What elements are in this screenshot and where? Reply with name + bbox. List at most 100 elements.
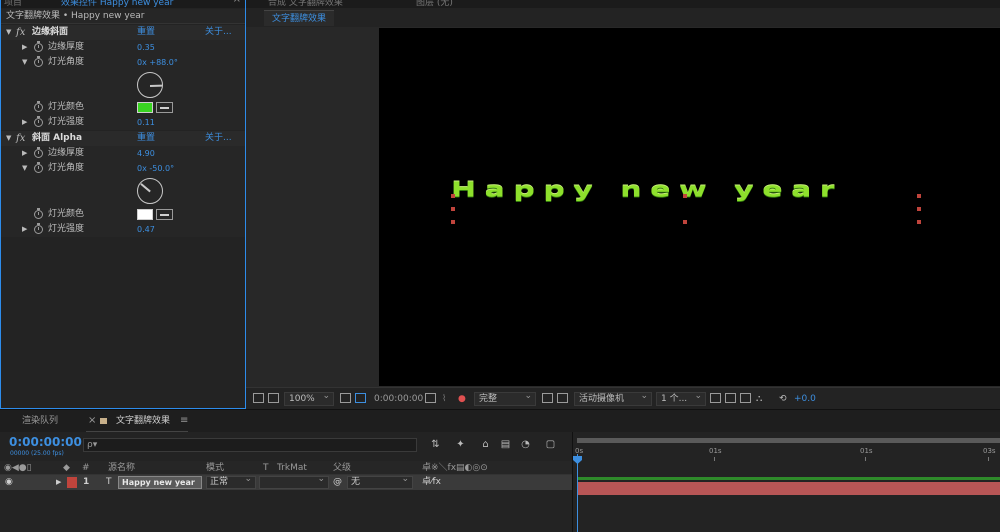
angle-dial[interactable] [137,72,163,98]
graph-editor-icon[interactable]: ▢ [545,440,556,450]
stopwatch-icon[interactable] [34,223,43,234]
reset-link[interactable]: 重置 [137,25,155,40]
playhead-line[interactable] [577,454,578,532]
layer-list-empty-area[interactable] [0,490,572,532]
mask-visibility-icon[interactable] [355,393,366,403]
collapse-triangle-icon[interactable]: ▼ [22,55,27,70]
transparency-grid-icon[interactable] [557,393,568,403]
time-ruler[interactable]: 0s 01s 01s 03s [573,447,1000,461]
safe-margins-icon[interactable] [340,393,351,403]
timeline-search-input[interactable]: ρ▾ [83,438,417,452]
close-tab-icon[interactable]: × [88,415,96,427]
current-time-display[interactable]: 0:00:00:00 [374,392,423,406]
column-source-name[interactable]: 源名称 [108,461,135,475]
layer-label-color[interactable] [67,477,77,488]
effect-header-bevel-edges[interactable]: ▼ fx 边缘斜面 重置 关于... [1,25,245,40]
camera-snapshot-icon[interactable] [425,393,436,403]
camera-dropdown[interactable]: 活动摄像机 [574,390,652,406]
timeline-icon[interactable] [740,393,751,403]
exposure-value[interactable]: +0.0 [794,392,816,406]
composition-viewer[interactable]: Happy new year [246,27,1000,387]
resolution-dropdown[interactable]: 完整 [474,390,536,406]
composition-tab-ghost[interactable]: 合成 文字翻牌效果 [268,0,343,8]
comp-mini-flowchart-icon[interactable]: ⇅ [430,440,441,450]
panel-menu-icon[interactable]: ≡ [180,415,188,427]
layer-handle[interactable] [917,207,921,211]
layer-duration-bar[interactable] [577,482,1000,495]
expand-triangle-icon[interactable]: ▶ [22,40,27,55]
reset-link[interactable]: 重置 [137,131,155,146]
layer-handle[interactable] [683,194,687,198]
stopwatch-icon[interactable] [34,41,43,52]
layer-source-name[interactable]: Happy new year [118,476,202,489]
fx-toggle-icon[interactable]: fx [16,25,25,40]
layer-switches-icons[interactable]: 卓⁄fx [422,475,441,490]
color-swatch[interactable] [137,209,153,220]
stopwatch-icon[interactable] [34,208,43,219]
always-preview-icon[interactable] [253,393,264,403]
collapse-triangle-icon[interactable]: ▼ [22,161,27,176]
collapse-triangle-icon[interactable]: ▼ [6,25,11,40]
layer-handle[interactable] [917,194,921,198]
stopwatch-icon[interactable] [34,147,43,158]
draft-3d-icon[interactable]: ✦ [455,440,466,450]
eyedropper-icon[interactable] [156,209,173,220]
stopwatch-icon[interactable] [34,56,43,67]
channel-rgb-icon[interactable]: ● [458,392,466,406]
prop-value-scrubber[interactable]: 0.11 [137,115,155,130]
expand-layer-icon[interactable]: ▶ [56,475,61,490]
effect-controls-tab[interactable]: 效果控件 Happy new year [61,0,173,8]
layer-row[interactable]: ◉ ▶ 1 T Happy new year 正常 @ 无 卓⁄fx [0,474,572,490]
effect-header-bevel-alpha[interactable]: ▼ fx 斜面 Alpha 重置 关于... [1,131,245,146]
prop-value-scrubber[interactable]: 0.35 [137,40,155,55]
playhead-handle[interactable] [573,456,582,464]
frame-blending-icon[interactable]: ▤ [500,440,511,450]
layer-handle[interactable] [451,194,455,198]
collapse-triangle-icon[interactable]: ▼ [6,131,11,146]
composition-tab[interactable]: 文字翻牌效果 [264,10,335,26]
fx-toggle-icon[interactable]: fx [16,131,25,146]
parent-dropdown[interactable]: 无 [347,474,413,489]
layer-tab-ghost[interactable]: 图层 (无) [416,0,453,8]
timeline-current-time[interactable]: 0:00:00:00 [9,435,82,449]
layer-handle[interactable] [451,207,455,211]
timeline-comp-tab[interactable]: 文字翻牌效果 [116,415,170,427]
expand-triangle-icon[interactable]: ▶ [22,222,27,237]
angle-dial[interactable] [137,178,163,204]
about-link[interactable]: 关于... [205,25,232,40]
time-ruler-area[interactable]: 0s 01s 01s 03s [572,432,1000,532]
fast-previews-icon[interactable] [725,393,736,403]
trkmat-dropdown[interactable] [259,474,329,489]
stopwatch-icon[interactable] [34,101,43,112]
toggle-pixel-aspect-icon[interactable] [710,393,721,403]
expand-triangle-icon[interactable]: ▶ [22,146,27,161]
blend-mode-dropdown[interactable]: 正常 [206,474,256,489]
motion-blur-icon[interactable]: ◔ [520,440,531,450]
project-tab-ghost[interactable]: 项目 [4,0,22,8]
region-of-interest-icon[interactable] [542,393,553,403]
work-area-bar[interactable] [577,438,1000,443]
shy-layers-icon[interactable]: ⌂ [480,440,491,450]
visibility-eye-icon[interactable]: ◉ [5,475,13,490]
layer-handle[interactable] [917,220,921,224]
show-snapshot-icon[interactable]: ⌇ [442,392,446,406]
text-layer-happy-new-year[interactable]: Happy new year [451,178,843,202]
eyedropper-icon[interactable] [156,102,173,113]
monitor-icon[interactable] [268,393,279,403]
zoom-dropdown[interactable]: 100% [284,390,334,406]
layer-handle[interactable] [683,220,687,224]
prop-value-scrubber[interactable]: 0.47 [137,222,155,237]
prop-value-scrubber[interactable]: 4.90 [137,146,155,161]
exposure-reset-icon[interactable]: ⟲ [779,392,787,406]
panel-close-icon[interactable]: × [233,0,241,5]
flowchart-icon[interactable]: ⛬ [756,392,762,406]
layer-handle[interactable] [451,220,455,224]
prop-value-scrubber[interactable]: 0x -50.0° [137,161,174,176]
stopwatch-icon[interactable] [34,116,43,127]
stopwatch-icon[interactable] [34,162,43,173]
composition-canvas[interactable]: Happy new year [379,28,1000,386]
expand-triangle-icon[interactable]: ▶ [22,115,27,130]
prop-value-scrubber[interactable]: 0x +88.0° [137,55,178,70]
color-swatch[interactable] [137,102,153,113]
render-queue-tab[interactable]: 渲染队列 [22,415,58,427]
